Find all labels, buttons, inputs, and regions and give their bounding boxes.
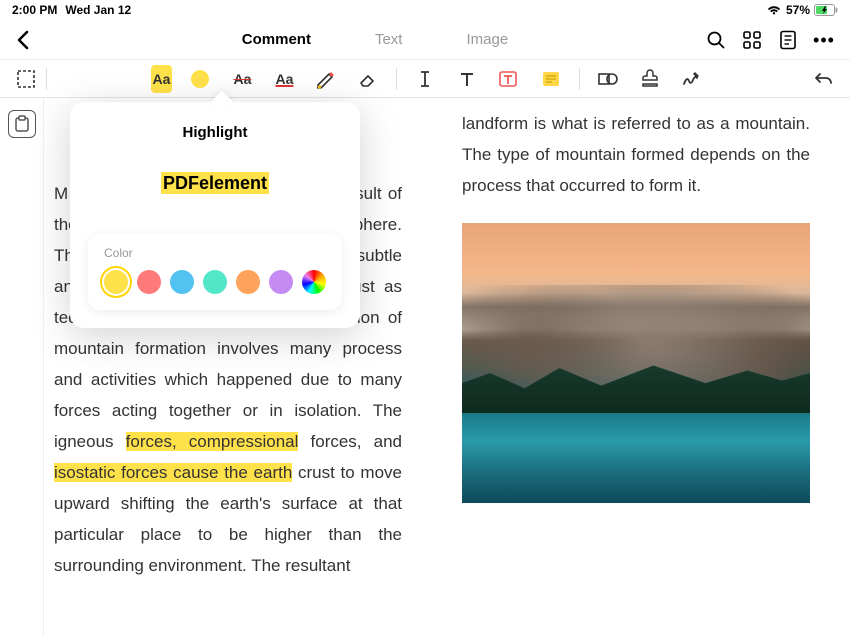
color-swatch-custom[interactable] xyxy=(302,270,326,294)
color-swatch-orange[interactable] xyxy=(236,270,260,294)
highlight-popup: Highlight PDFelement Color xyxy=(70,102,360,328)
eraser-tool-icon[interactable] xyxy=(354,65,382,93)
selection-tool-icon[interactable] xyxy=(12,65,40,93)
doc-text: forces, and xyxy=(298,432,402,451)
status-date: Wed Jan 12 xyxy=(65,3,131,17)
divider xyxy=(579,68,580,90)
color-swatch-teal[interactable] xyxy=(203,270,227,294)
shape-tool-icon[interactable] xyxy=(594,65,622,93)
battery-pct: 57% xyxy=(786,3,810,17)
highlight-color-picker[interactable] xyxy=(186,65,214,93)
signature-tool-icon[interactable] xyxy=(678,65,706,93)
divider xyxy=(396,68,397,90)
popup-sample: PDFelement xyxy=(88,173,342,194)
back-button[interactable] xyxy=(16,30,44,50)
popup-title: Highlight xyxy=(88,124,342,141)
strikethrough-tool[interactable]: Aa xyxy=(228,65,256,93)
tab-image[interactable]: Image xyxy=(466,31,508,48)
color-swatch-yellow[interactable] xyxy=(104,270,128,294)
annotation-toolbar: Aa Aa Aa xyxy=(0,60,850,98)
search-icon[interactable] xyxy=(706,30,726,50)
textbox-tool-icon[interactable] xyxy=(495,65,523,93)
battery-icon xyxy=(814,4,838,16)
sticky-note-tool-icon[interactable] xyxy=(537,65,565,93)
page-icon[interactable] xyxy=(778,30,798,50)
color-swatch-blue[interactable] xyxy=(170,270,194,294)
mountain-image xyxy=(462,223,810,503)
doc-highlight: forces, compressional xyxy=(126,432,299,451)
popup-sample-text: PDFelement xyxy=(161,172,269,194)
undo-icon[interactable] xyxy=(810,65,838,93)
doc-text: landform is what is referred to as a mou… xyxy=(462,114,810,195)
divider xyxy=(46,68,47,90)
grid-icon[interactable] xyxy=(742,30,762,50)
color-dot-icon xyxy=(191,70,209,88)
nav-bar: Comment Text Image ••• xyxy=(0,20,850,60)
text-tool-icon[interactable] xyxy=(453,65,481,93)
tab-comment[interactable]: Comment xyxy=(242,31,311,48)
tab-text[interactable]: Text xyxy=(375,31,403,48)
doc-highlight: isostatic forces cause the earth xyxy=(54,463,292,482)
highlight-tool[interactable]: Aa xyxy=(151,65,173,93)
underline-tool[interactable]: Aa xyxy=(270,65,298,93)
doc-column-right[interactable]: landform is what is referred to as a mou… xyxy=(462,108,810,627)
wifi-icon xyxy=(766,4,782,16)
color-picker-card: Color xyxy=(88,234,342,310)
text-cursor-tool-icon[interactable] xyxy=(411,65,439,93)
status-time: 2:00 PM xyxy=(12,3,57,17)
clipboard-icon[interactable] xyxy=(8,110,36,138)
stamp-tool-icon[interactable] xyxy=(636,65,664,93)
color-label: Color xyxy=(104,246,326,260)
status-bar: 2:00 PM Wed Jan 12 57% xyxy=(0,0,850,20)
more-icon[interactable]: ••• xyxy=(814,30,834,50)
marker-tool-icon[interactable] xyxy=(312,65,340,93)
color-swatch-purple[interactable] xyxy=(269,270,293,294)
color-swatch-red[interactable] xyxy=(137,270,161,294)
